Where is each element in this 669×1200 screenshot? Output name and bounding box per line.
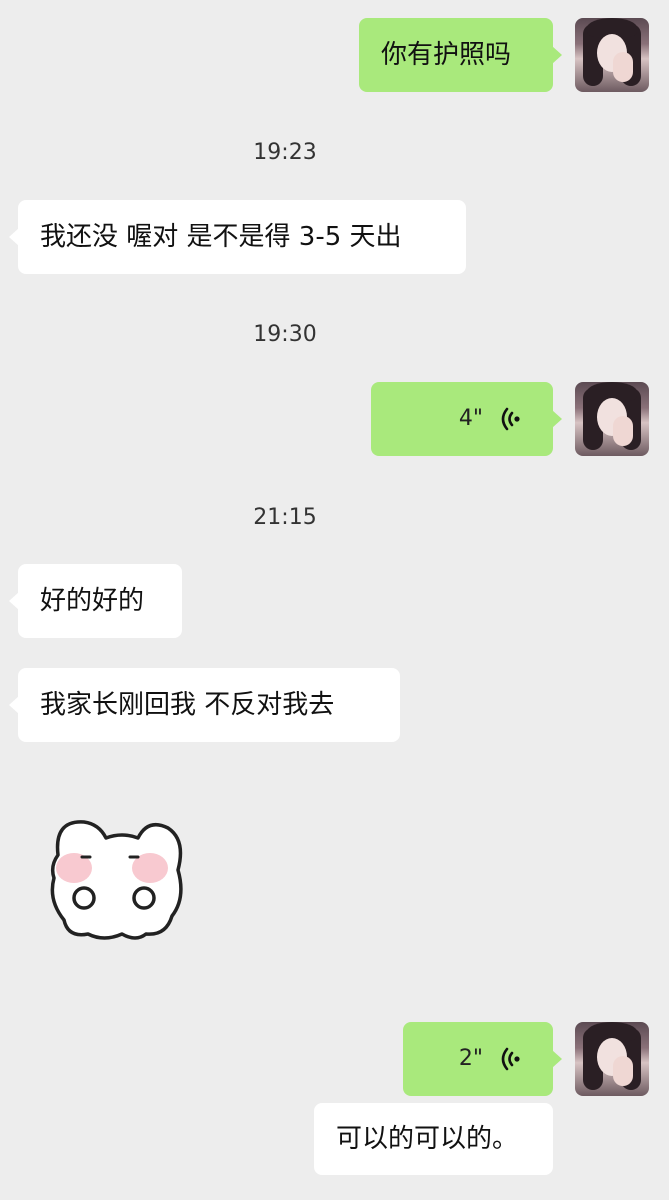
voice-duration: 2" bbox=[458, 1046, 483, 1071]
message-bubble-sent-continuation[interactable]: 可以的可以的。 bbox=[314, 1103, 553, 1175]
message-bubble-received[interactable]: 我家长刚回我 不反对我去 bbox=[9, 668, 400, 742]
voice-message-bubble[interactable]: 2" bbox=[403, 1022, 562, 1096]
voice-message-bubble[interactable]: 4" bbox=[371, 382, 562, 456]
voice-wave-icon bbox=[501, 407, 520, 431]
message-bubble-sent[interactable]: 你有护照吗 bbox=[359, 18, 562, 92]
bunny-sticker[interactable] bbox=[44, 810, 189, 945]
message-text: 我家长刚回我 不反对我去 bbox=[40, 690, 335, 720]
voice-wave-icon bbox=[501, 1047, 520, 1071]
avatar[interactable] bbox=[575, 18, 649, 92]
message-bubble-received[interactable]: 好的好的 bbox=[9, 564, 182, 638]
timestamp: 19:30 bbox=[253, 322, 317, 347]
message-text: 可以的可以的。 bbox=[336, 1124, 519, 1154]
timestamp: 21:15 bbox=[253, 505, 317, 530]
avatar[interactable] bbox=[575, 1022, 649, 1096]
chat-window: 你有护照吗 19:23 我还没 喔对 是不是得 3-5 天出 19:30 4" … bbox=[0, 0, 669, 1200]
message-text: 你有护照吗 bbox=[381, 40, 512, 70]
message-bubble-received[interactable]: 我还没 喔对 是不是得 3-5 天出 bbox=[9, 200, 466, 274]
voice-duration: 4" bbox=[458, 406, 483, 431]
avatar[interactable] bbox=[575, 382, 649, 456]
timestamp: 19:23 bbox=[253, 140, 317, 165]
message-text: 我还没 喔对 是不是得 3-5 天出 bbox=[40, 222, 402, 252]
message-text: 好的好的 bbox=[40, 586, 145, 616]
